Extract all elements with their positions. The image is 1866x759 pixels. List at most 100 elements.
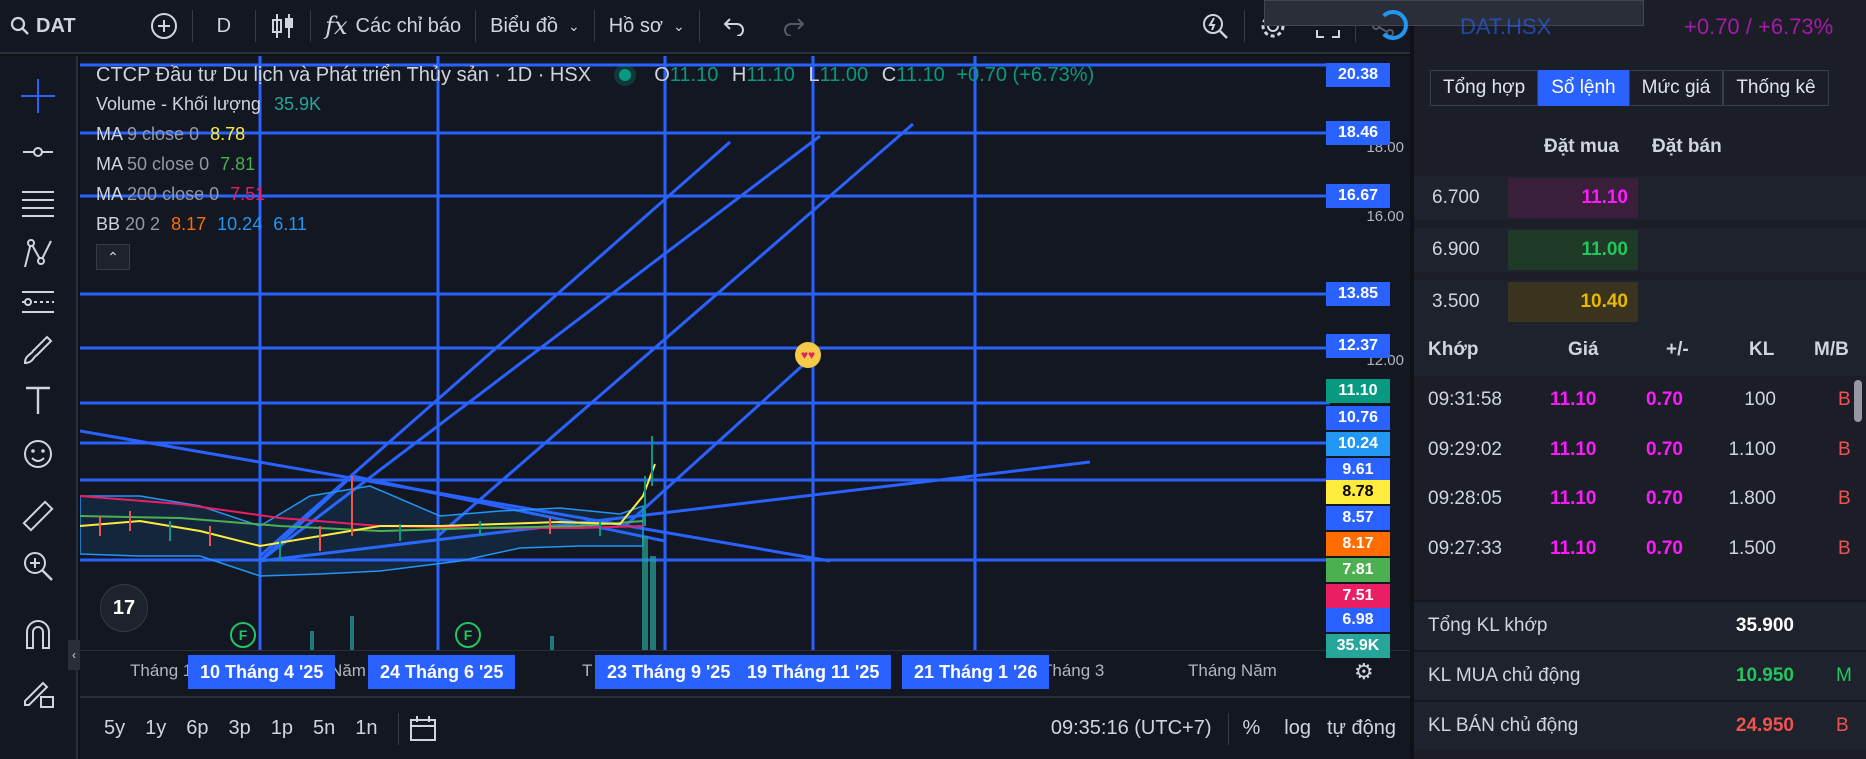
pattern-icon [24,239,52,268]
financials-marker[interactable]: F [230,622,256,648]
time-tick: Năm [330,661,366,680]
orderbook-price: 11.10 [1508,178,1638,218]
redo-icon [783,18,805,36]
collapse-toolbar-button[interactable]: ‹ [68,640,80,670]
pattern-tool[interactable] [20,236,56,272]
indicators-button[interactable]: fx Các chỉ báo [311,0,475,53]
orderbook-row[interactable]: 3.500 10.40 [1414,280,1866,324]
tab-summary[interactable]: Tổng hợp [1430,70,1539,106]
tab-statistics[interactable]: Thống kê [1723,70,1829,106]
function-icon: fx [325,12,348,40]
price-axis-label: 9.61 [1326,458,1390,482]
crosshair-icon [21,79,55,113]
chart-canvas[interactable] [80,56,1410,650]
trend-line-tool[interactable] [20,134,56,170]
lock-drawing-tool[interactable] [20,674,56,710]
header-symbol[interactable]: DAT.HSX [1460,14,1551,40]
trades-col-time: Khớp [1428,339,1479,360]
percent-toggle[interactable]: % [1243,717,1261,740]
interval-button[interactable]: D [193,0,255,53]
time-axis[interactable]: Tháng 1 Năm T Tháng 3 Tháng Năm 10 Tháng… [80,650,1410,694]
undo-icon [723,18,744,36]
redo-button[interactable] [768,0,820,53]
trade-row[interactable]: 09:28:05 11.10 0.70 1.800 B [1414,477,1866,521]
trades-scrollbar[interactable] [1854,380,1862,422]
summary-tag: B [1836,715,1849,736]
range-1d[interactable]: 1n [345,717,387,740]
time-marker: 23 Tháng 9 '25 [595,655,743,689]
indicator-value: 10.24 [217,214,263,234]
orderbook-row[interactable]: 6.900 11.00 [1414,228,1866,272]
range-5y[interactable]: 5y [94,717,135,740]
ma200-legend[interactable]: MA 200 close 0 7.51 [96,184,265,205]
undo-button[interactable] [700,0,768,53]
collapse-legend-button[interactable]: ⌃ [96,244,130,270]
trades-col-change: +/- [1666,339,1689,360]
log-toggle[interactable]: log [1284,717,1311,740]
financials-marker[interactable]: F [455,622,481,648]
summary-value: 10.950 [1735,665,1794,686]
range-1y[interactable]: 1y [135,717,176,740]
profile-dropdown[interactable]: Hồ sơ ⌄ [595,0,699,53]
text-icon [26,386,50,414]
candle-type-button[interactable] [256,0,310,53]
price-chart[interactable]: ♥♥ 18.00 16.00 12.00 CTCP Đầu tư Du lịch… [80,56,1410,706]
trade-row[interactable]: 09:29:02 11.10 0.70 1.100 B [1414,428,1866,472]
prediction-tool[interactable] [20,284,56,320]
range-5d[interactable]: 5n [303,717,345,740]
trade-price: 11.10 [1550,538,1597,559]
indicator-params: 200 close 0 [127,184,220,204]
axis-settings-icon[interactable]: ⚙ [1354,659,1374,685]
summary-value: 35.900 [1735,615,1794,636]
indicator-params: 9 close 0 [127,124,200,144]
fib-tool[interactable] [20,186,56,222]
logo-partial [1378,10,1408,40]
price-axis-label: 10.24 [1326,432,1390,456]
tab-price-levels[interactable]: Mức giá [1628,70,1724,106]
text-tool[interactable] [20,382,56,418]
buy-column-header: Đặt mua [1544,136,1619,157]
quick-search-button[interactable] [1186,0,1244,53]
time-marker: 21 Tháng 1 '26 [902,655,1050,689]
tradingview-logo[interactable]: 17 [100,584,148,632]
indicator-value: 6.11 [273,214,307,234]
calendar-icon[interactable] [409,715,439,743]
clock[interactable]: 09:35:16 (UTC+7) [1051,717,1212,740]
tab-orderbook[interactable]: Sổ lệnh [1538,70,1629,106]
compare-button[interactable] [136,0,192,53]
symbol-search[interactable]: DAT [0,0,90,53]
crosshair-tool[interactable] [20,78,56,114]
trade-side: B [1838,488,1851,509]
auto-scale-toggle[interactable]: tự động [1327,717,1396,740]
chart-title-legend: CTCP Đầu tư Du lịch và Phát triển Thủy s… [96,64,1094,87]
bb-legend[interactable]: BB 20 2 8.17 10.24 6.11 [96,214,307,235]
trades-header: Khớp Giá +/- KL M/B [1414,324,1866,376]
high-value: 11.10 [746,64,795,86]
ma50-legend[interactable]: MA 50 close 0 7.81 [96,154,255,175]
trade-row[interactable]: 09:31:58 11.10 0.70 100 B [1414,378,1866,422]
chevron-down-icon: ⌄ [567,17,580,34]
zoom-tool[interactable] [20,548,56,584]
measure-tool[interactable] [20,498,56,534]
range-3m[interactable]: 3p [219,717,261,740]
time-marker: 10 Tháng 4 '25 [188,655,336,689]
price-tick: 16.00 [1366,208,1404,225]
orderbook-row[interactable]: 6.700 11.10 [1414,176,1866,220]
open-value: 11.10 [669,64,719,86]
indicator-value: 8.78 [210,124,246,144]
range-6m[interactable]: 6p [176,717,218,740]
emoji-marker[interactable]: ♥♥ [795,342,821,368]
volume-legend[interactable]: Volume - Khối lượng 35.9K [96,94,321,115]
ma9-legend[interactable]: MA 9 close 0 8.78 [96,124,245,145]
magnet-tool[interactable] [20,616,56,652]
price-axis-label: 7.81 [1326,558,1390,582]
trade-price: 11.10 [1550,439,1597,460]
range-1m[interactable]: 1p [261,717,303,740]
trade-time: 09:31:58 [1428,389,1502,410]
brush-tool[interactable] [20,332,56,368]
chart-type-dropdown[interactable]: Biểu đồ ⌄ [476,0,594,53]
panel-tabs: Tổng hợp Sổ lệnh Mức giá Thống kê [1430,70,1829,106]
trade-row[interactable]: 09:27:33 11.10 0.70 1.500 B [1414,527,1866,571]
emoji-tool[interactable] [20,436,56,472]
horizontal-line-icon [23,147,53,157]
